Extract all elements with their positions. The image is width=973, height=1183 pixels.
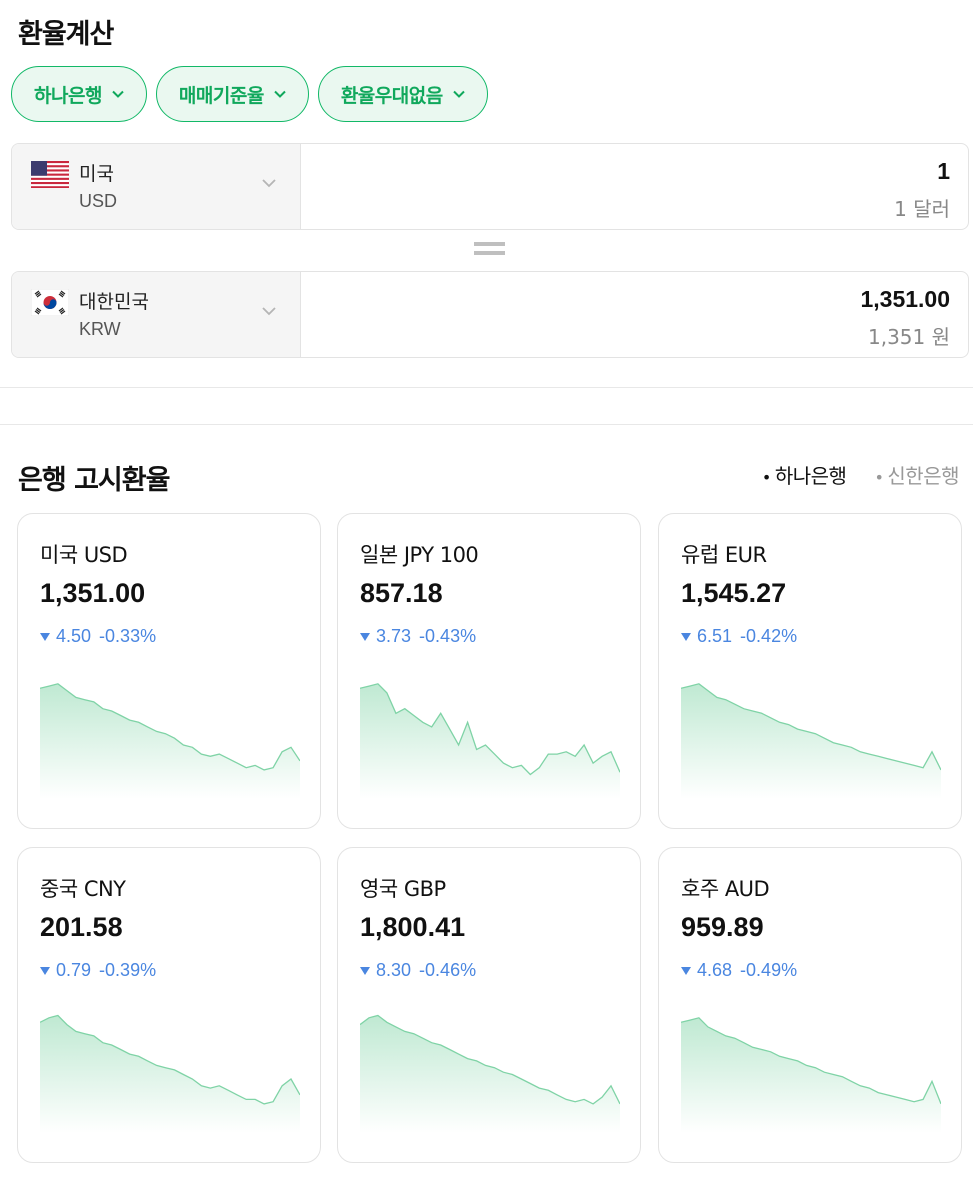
section-divider <box>0 387 973 425</box>
rate-change: 3.73 -0.43% <box>360 626 476 647</box>
exchange-rate: 857.18 <box>360 578 443 608</box>
exchange-rate: 959.89 <box>681 912 764 942</box>
exchange-rate: 1,545.27 <box>681 578 787 608</box>
bank-tabs: • 하나은행 • 신한은행 <box>762 460 960 489</box>
down-arrow-icon <box>40 966 50 975</box>
from-currency-row: 미국 USD 1 1 달러 <box>11 143 969 230</box>
from-amount-text: 1 달러 <box>894 197 950 221</box>
change-value: 8.30 <box>376 960 412 980</box>
change-value: 0.79 <box>56 960 92 980</box>
sparkline-area <box>40 1015 300 1133</box>
chip-label: 매매기준율 <box>178 84 264 107</box>
page-title: 환율계산 <box>18 19 114 50</box>
sparkline-area <box>360 683 620 799</box>
tab-label: 신한은행 <box>887 464 959 488</box>
rate-change: 4.50 -0.33% <box>40 626 156 647</box>
down-arrow-icon <box>40 632 50 641</box>
rate-card[interactable]: 유럽 EUR 1,545.27 6.51 -0.42% <box>658 513 962 829</box>
rate-card[interactable]: 일본 JPY 100 857.18 3.73 -0.43% <box>337 513 641 829</box>
change-value: 4.68 <box>697 960 733 980</box>
currency-label: 미국 USD <box>40 543 128 567</box>
to-country-name: 대한민국 <box>79 291 149 313</box>
change-percent: -0.46% <box>419 960 477 980</box>
from-amount-input[interactable]: 1 <box>937 158 950 185</box>
sparkline-area <box>40 683 300 799</box>
down-arrow-icon <box>360 632 370 641</box>
korea-flag-icon <box>31 289 69 316</box>
change-value: 6.51 <box>697 626 733 646</box>
change-percent: -0.42% <box>740 626 798 646</box>
change-value: 4.50 <box>56 626 92 646</box>
change-percent: -0.39% <box>99 960 157 980</box>
exchange-rate: 201.58 <box>40 912 123 942</box>
rate-type-chip[interactable]: 매매기준율 <box>155 66 309 122</box>
section-title: 은행 고시환율 <box>18 465 170 496</box>
equals-icon <box>474 242 505 258</box>
currency-label: 영국 GBP <box>360 877 446 901</box>
down-arrow-icon <box>360 966 370 975</box>
change-percent: -0.33% <box>99 626 157 646</box>
to-currency-code: KRW <box>79 319 121 339</box>
trend-sparkline <box>360 1014 620 1133</box>
tab-shinhan-bank[interactable]: • 신한은행 <box>874 460 959 489</box>
to-amount-text: 1,351 원 <box>867 325 950 349</box>
trend-sparkline <box>681 1017 941 1133</box>
sparkline-area <box>681 1017 941 1133</box>
to-amount-input[interactable]: 1,351.00 <box>860 286 950 313</box>
chevron-down-icon <box>262 307 276 316</box>
rate-card[interactable]: 호주 AUD 959.89 4.68 -0.49% <box>658 847 962 1163</box>
to-currency-select[interactable]: 대한민국 KRW <box>12 272 301 357</box>
tab-label: 하나은행 <box>774 464 847 488</box>
filter-chips: 하나은행 매매기준율 환율우대없음 <box>11 66 488 122</box>
chip-label: 하나은행 <box>34 84 102 107</box>
chevron-down-icon <box>453 90 465 98</box>
rate-card[interactable]: 중국 CNY 201.58 0.79 -0.39% <box>17 847 321 1163</box>
trend-sparkline <box>40 683 300 799</box>
trend-sparkline <box>360 683 620 799</box>
tab-hana-bank[interactable]: • 하나은행 <box>762 460 847 489</box>
currency-label: 중국 CNY <box>40 877 126 901</box>
from-country-name: 미국 <box>79 163 114 185</box>
exchange-rate: 1,351.00 <box>40 578 146 608</box>
chevron-down-icon <box>112 90 124 98</box>
change-value: 3.73 <box>376 626 412 646</box>
bank-select-chip[interactable]: 하나은행 <box>11 66 147 122</box>
sparkline-area <box>360 1015 620 1133</box>
rate-card[interactable]: 미국 USD 1,351.00 4.50 -0.33% <box>17 513 321 829</box>
chip-label: 환율우대없음 <box>340 84 443 107</box>
currency-label: 일본 JPY 100 <box>360 543 479 567</box>
change-percent: -0.43% <box>419 626 477 646</box>
rate-change: 4.68 -0.49% <box>681 960 797 981</box>
trend-sparkline <box>681 683 941 799</box>
chevron-down-icon <box>274 90 286 98</box>
sparkline-area <box>681 683 941 799</box>
rate-change: 8.30 -0.46% <box>360 960 476 981</box>
rate-change: 6.51 -0.42% <box>681 626 797 647</box>
preferential-rate-chip[interactable]: 환율우대없음 <box>317 66 488 122</box>
currency-label: 유럽 EUR <box>681 543 767 567</box>
currency-label: 호주 AUD <box>681 877 770 901</box>
from-currency-select[interactable]: 미국 USD <box>12 144 301 229</box>
us-flag-icon <box>31 161 69 188</box>
rate-card[interactable]: 영국 GBP 1,800.41 8.30 -0.46% <box>337 847 641 1163</box>
rate-change: 0.79 -0.39% <box>40 960 156 981</box>
chevron-down-icon <box>262 179 276 188</box>
to-currency-row: 대한민국 KRW 1,351.00 1,351 원 <box>11 271 969 358</box>
trend-sparkline <box>40 1014 300 1133</box>
down-arrow-icon <box>681 966 691 975</box>
from-currency-code: USD <box>79 191 118 211</box>
down-arrow-icon <box>681 632 691 641</box>
exchange-rate: 1,800.41 <box>360 912 466 942</box>
change-percent: -0.49% <box>740 960 798 980</box>
